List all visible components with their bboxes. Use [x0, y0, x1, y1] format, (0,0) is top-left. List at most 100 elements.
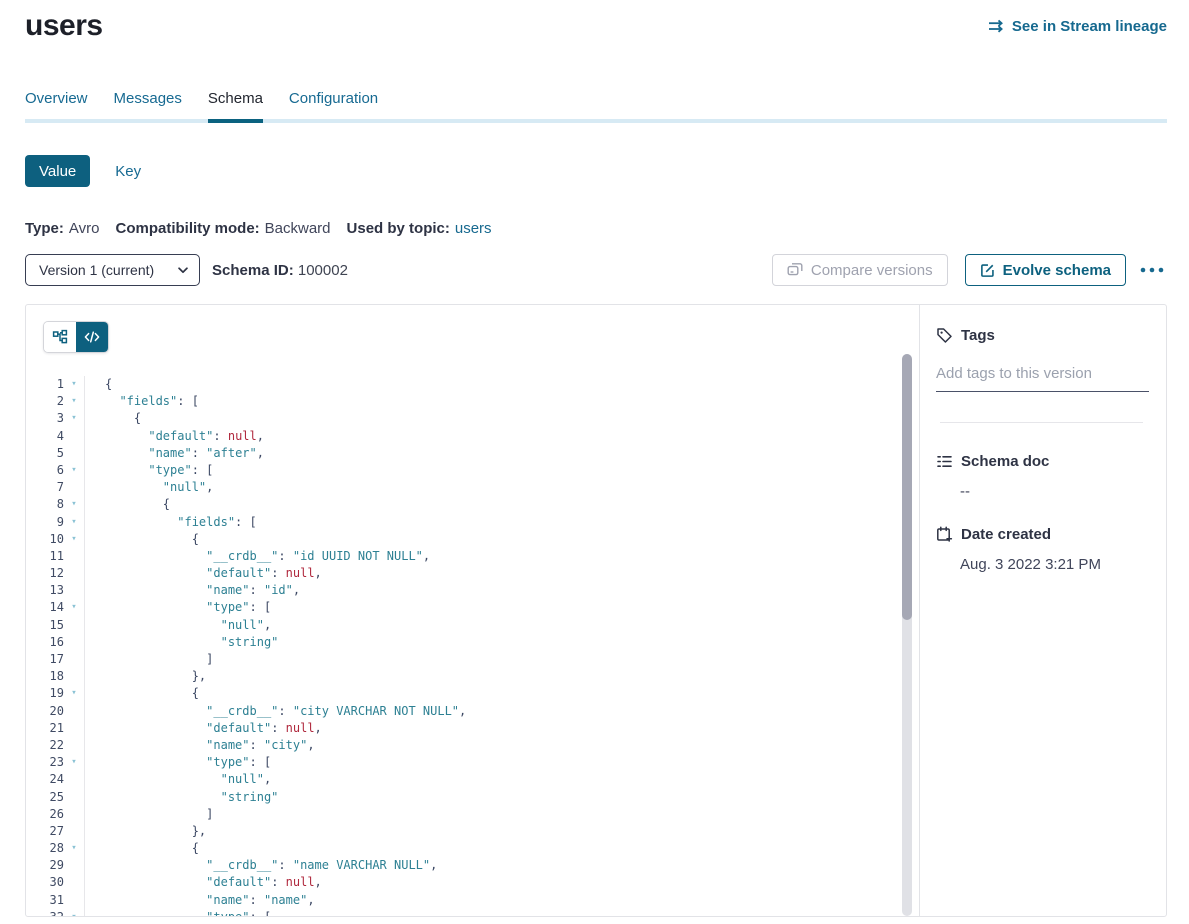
line-number: 6: [26, 462, 64, 479]
code-text: {: [84, 840, 919, 857]
code-text: "type": [: [84, 599, 919, 616]
code-text: ]: [84, 651, 919, 668]
code-line: 3▾ {: [26, 410, 919, 427]
fold-toggle-icon[interactable]: ▾: [64, 754, 84, 771]
compare-versions-button[interactable]: Compare versions: [772, 254, 948, 286]
code-line: 14▾ "type": [: [26, 599, 919, 616]
code-line: 11 "__crdb__": "id UUID NOT NULL",: [26, 548, 919, 565]
more-options-button[interactable]: [1137, 264, 1167, 276]
fold-spacer: [64, 651, 84, 668]
fold-toggle-icon[interactable]: ▾: [64, 599, 84, 616]
tab-messages[interactable]: Messages: [114, 90, 182, 119]
tab-configuration[interactable]: Configuration: [289, 90, 378, 119]
line-number: 7: [26, 479, 64, 496]
fold-spacer: [64, 668, 84, 685]
code-line: 10▾ {: [26, 531, 919, 548]
value-tab-button[interactable]: Value: [25, 155, 90, 187]
code-text: "name": "city",: [84, 737, 919, 754]
sidebar-divider: [940, 422, 1143, 423]
code-text: "default": null,: [84, 565, 919, 582]
code-line: 17 ]: [26, 651, 919, 668]
code-line: 23▾ "type": [: [26, 754, 919, 771]
fold-spacer: [64, 806, 84, 823]
line-number: 27: [26, 823, 64, 840]
line-number: 11: [26, 548, 64, 565]
code-scrollbar-thumb[interactable]: [902, 354, 912, 620]
type-label: Type:: [25, 220, 64, 237]
line-number: 30: [26, 874, 64, 891]
schema-id: Schema ID: 100002: [212, 262, 348, 279]
code-line: 4 "default": null,: [26, 428, 919, 445]
schema-viewer: 1▾{2▾ "fields": [3▾ {4 "default": null,5…: [26, 305, 919, 916]
code-view-button[interactable]: [76, 322, 108, 352]
code-view-icon: [84, 329, 100, 345]
schema-controls: Version 1 (current) Schema ID: 100002 Co…: [25, 254, 1167, 286]
line-number: 19: [26, 685, 64, 702]
code-line: 7 "null",: [26, 479, 919, 496]
tab-schema[interactable]: Schema: [208, 90, 263, 123]
code-line: 29 "__crdb__": "name VARCHAR NULL",: [26, 857, 919, 874]
code-text: "default": null,: [84, 720, 919, 737]
code-text: "name": "name",: [84, 892, 919, 909]
line-number: 3: [26, 410, 64, 427]
fold-toggle-icon[interactable]: ▾: [64, 410, 84, 427]
code-line: 2▾ "fields": [: [26, 393, 919, 410]
fold-toggle-icon[interactable]: ▾: [64, 376, 84, 393]
code-text: "string": [84, 634, 919, 651]
topic-link[interactable]: users: [455, 220, 492, 237]
line-number: 31: [26, 892, 64, 909]
line-number: 29: [26, 857, 64, 874]
code-text: },: [84, 668, 919, 685]
schema-id-value: 100002: [298, 262, 348, 279]
line-number: 15: [26, 617, 64, 634]
tab-overview[interactable]: Overview: [25, 90, 88, 119]
tags-input[interactable]: [936, 365, 1149, 392]
code-text: "null",: [84, 617, 919, 634]
code-line: 8▾ {: [26, 496, 919, 513]
code-scrollbar-track[interactable]: [902, 354, 912, 916]
code-line: 21 "default": null,: [26, 720, 919, 737]
code-line: 16 "string": [26, 634, 919, 651]
code-line: 19▾ {: [26, 685, 919, 702]
schema-doc-heading-label: Schema doc: [961, 453, 1049, 470]
line-number: 17: [26, 651, 64, 668]
fold-toggle-icon[interactable]: ▾: [64, 514, 84, 531]
fold-toggle-icon[interactable]: ▾: [64, 840, 84, 857]
line-number: 10: [26, 531, 64, 548]
fold-toggle-icon[interactable]: ▾: [64, 685, 84, 702]
fold-toggle-icon[interactable]: ▾: [64, 531, 84, 548]
code-text: "__crdb__": "city VARCHAR NOT NULL",: [84, 703, 919, 720]
fold-spacer: [64, 634, 84, 651]
fold-toggle-icon[interactable]: ▾: [64, 462, 84, 479]
schema-meta: Type: Avro Compatibility mode: Backward …: [25, 220, 1167, 237]
code-line: 31 "name": "name",: [26, 892, 919, 909]
line-number: 21: [26, 720, 64, 737]
code-text: "default": null,: [84, 428, 919, 445]
code-text: "type": [: [84, 754, 919, 771]
fold-spacer: [64, 582, 84, 599]
date-created-value: Aug. 3 2022 3:21 PM: [936, 556, 1149, 573]
code-text: "string": [84, 789, 919, 806]
code-text: "fields": [: [84, 393, 919, 410]
evolve-schema-button[interactable]: Evolve schema: [965, 254, 1126, 286]
evolve-schema-label: Evolve schema: [1003, 262, 1111, 279]
code-text: "default": null,: [84, 874, 919, 891]
fold-toggle-icon[interactable]: ▾: [64, 393, 84, 410]
schema-id-label: Schema ID:: [212, 262, 294, 279]
stream-lineage-link[interactable]: See in Stream lineage: [988, 18, 1167, 35]
value-key-toggle: Value Key: [25, 155, 1167, 187]
key-tab-link[interactable]: Key: [115, 163, 141, 180]
code-line: 27 },: [26, 823, 919, 840]
schema-sidebar: Tags Schema doc --: [919, 305, 1166, 916]
schema-panel: 1▾{2▾ "fields": [3▾ {4 "default": null,5…: [25, 304, 1167, 917]
code-line: 6▾ "type": [: [26, 462, 919, 479]
fold-spacer: [64, 617, 84, 634]
code-line: 20 "__crdb__": "city VARCHAR NOT NULL",: [26, 703, 919, 720]
tree-view-button[interactable]: [44, 322, 76, 352]
tree-view-icon: [52, 329, 68, 345]
fold-toggle-icon[interactable]: ▾: [64, 496, 84, 513]
version-select[interactable]: Version 1 (current): [25, 254, 200, 286]
fold-spacer: [64, 548, 84, 565]
fold-spacer: [64, 892, 84, 909]
fold-spacer: [64, 823, 84, 840]
